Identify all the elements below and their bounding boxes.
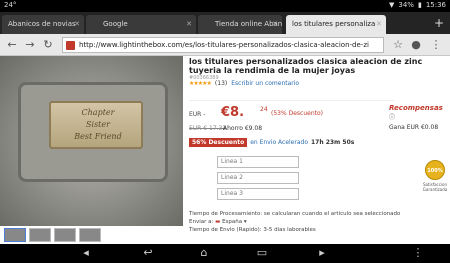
jewelry-box: Chapter Sister Best Friend <box>18 82 168 182</box>
temperature: 24° <box>4 1 17 9</box>
shipping-time: Tiempo de Envio (Rapido): 3-5 dias labor… <box>189 227 316 233</box>
currency-label: EUR - <box>189 111 206 118</box>
discount-badge: 56% Descuento <box>189 138 248 147</box>
spain-flag-icon: ▬ <box>215 219 221 225</box>
url-field[interactable]: http://www.lightinthebox.com/es/los-titu… <box>62 37 384 53</box>
mic-icon[interactable]: ● <box>408 37 424 53</box>
rewards-title: Recompensas <box>389 104 443 112</box>
status-right: ▼ 34% ▮ 15:36 <box>389 1 446 9</box>
tab-tienda[interactable]: Tienda online Abanicos ✕ <box>198 15 282 34</box>
tab-google[interactable]: Google ✕ <box>86 15 196 34</box>
engraved-plate: Chapter Sister Best Friend <box>49 101 143 149</box>
processing-time: Tiempo de Procesamiento: se calcularan c… <box>189 211 401 217</box>
close-icon[interactable]: ✕ <box>74 15 80 34</box>
thumbnail[interactable] <box>4 228 26 242</box>
address-bar: ← → ↻ http://www.lightinthebox.com/es/lo… <box>0 34 450 56</box>
line2-input[interactable]: Linea 2 <box>217 172 299 184</box>
recent-apps-icon[interactable]: ▭ <box>254 246 270 260</box>
back-icon[interactable]: ↩ <box>140 246 156 260</box>
info-icon[interactable]: ⓘ <box>389 114 395 121</box>
status-bar: 24° ▼ 34% ▮ 15:36 <box>0 0 450 12</box>
tab-strip: Abanicos de novias ✕ Google ✕ Tienda onl… <box>0 12 450 34</box>
discount-label: (53% Descuento) <box>271 110 323 117</box>
star-rating-icon: ★★★★★ <box>189 80 212 87</box>
write-review-link[interactable]: Escribir un comentario <box>231 80 299 87</box>
thumbnail[interactable] <box>79 228 101 242</box>
rewards-box: Recompensas ⓘ Gana EUR €0.08 <box>389 104 449 131</box>
battery-icon: ▮ <box>417 1 422 9</box>
product-page: Chapter Sister Best Friend los titulares… <box>0 56 450 244</box>
product-image[interactable]: Chapter Sister Best Friend <box>0 56 183 226</box>
product-gallery: Chapter Sister Best Friend <box>0 56 185 244</box>
reload-icon[interactable]: ↻ <box>40 37 56 53</box>
home-icon[interactable]: ⌂ <box>196 246 212 260</box>
price-box: EUR - €8. 24 (53% Descuento) EUR € 17.33… <box>189 100 394 136</box>
rating-count[interactable]: (13) <box>215 80 227 87</box>
bookmark-icon[interactable]: ☆ <box>390 37 406 53</box>
satisfaction-label: Satisfaccion Garantizada <box>422 182 448 192</box>
thumbnail-strip <box>0 228 185 244</box>
screen: 24° ▼ 34% ▮ 15:36 Abanicos de novias ✕ G… <box>0 0 450 263</box>
close-icon[interactable]: ✕ <box>376 15 382 34</box>
forward-icon[interactable]: → <box>22 37 38 53</box>
promo-row: 56% Descuento en Envio Acelerado 17h 23m… <box>189 138 354 147</box>
tab-abanicos[interactable]: Abanicos de novias ✕ <box>2 15 84 34</box>
line3-input[interactable]: Linea 3 <box>217 188 299 200</box>
wifi-icon: ▼ <box>389 1 395 9</box>
product-info: los titulares personalizados clasica ale… <box>189 56 447 244</box>
price-cents: 24 <box>260 106 268 113</box>
tab-label: Tienda online Abanicos <box>215 20 282 28</box>
savings: Ahorro €9.08 <box>223 125 263 132</box>
engraving-line0: Chapter <box>81 108 115 117</box>
tab-label: Abanicos de novias <box>8 20 76 28</box>
thumbnail[interactable] <box>29 228 51 242</box>
engraving-inputs: Linea 1 Linea 2 Linea 3 <box>217 156 299 204</box>
chevron-down-icon[interactable]: ▾ <box>244 219 247 225</box>
old-price: EUR € 17.33 <box>189 125 227 132</box>
engraving-line2: Best Friend <box>74 132 122 141</box>
close-icon[interactable]: ✕ <box>272 15 278 34</box>
menu-icon[interactable]: ⋮ <box>410 246 426 260</box>
engraving-line1: Sister <box>86 120 110 129</box>
battery-percent: 34% <box>398 1 414 9</box>
price-main: €8. <box>221 105 245 120</box>
line1-input[interactable]: Linea 1 <box>217 156 299 168</box>
back-icon[interactable]: ← <box>4 37 20 53</box>
rewards-value: Gana EUR €0.08 <box>389 124 439 131</box>
clock: 15:36 <box>425 1 446 9</box>
rating-row: ★★★★★ (13) Escribir un comentario <box>189 80 299 87</box>
ship-to-select[interactable]: España <box>222 219 242 225</box>
product-title: los titulares personalizados clasica ale… <box>189 57 423 75</box>
tab-label: los titulares personaliza <box>292 20 376 28</box>
express-shipping-link[interactable]: en Envio Acelerado <box>250 139 308 146</box>
satisfaction-seal-icon: 100% <box>425 160 445 180</box>
system-nav-bar: ◂ ↩ ⌂ ▭ ▸ ⋮ <box>0 244 450 263</box>
menu-icon[interactable]: ⋮ <box>428 37 444 53</box>
volume-up-icon[interactable]: ▸ <box>314 246 330 260</box>
countdown-timer: 17h 23m 50s <box>311 139 355 146</box>
close-icon[interactable]: ✕ <box>186 15 192 34</box>
volume-down-icon[interactable]: ◂ <box>78 246 94 260</box>
thumbnail[interactable] <box>54 228 76 242</box>
tab-titulares[interactable]: los titulares personaliza ✕ <box>286 15 386 34</box>
tab-label: Google <box>103 20 128 28</box>
ship-to-label: Enviar a: <box>189 219 214 225</box>
new-tab-button[interactable]: + <box>434 15 444 31</box>
shipping-meta: Tiempo de Procesamiento: se calcularan c… <box>189 210 400 234</box>
url-text: http://www.lightinthebox.com/es/los-titu… <box>79 41 369 49</box>
favicon-icon <box>66 41 75 50</box>
